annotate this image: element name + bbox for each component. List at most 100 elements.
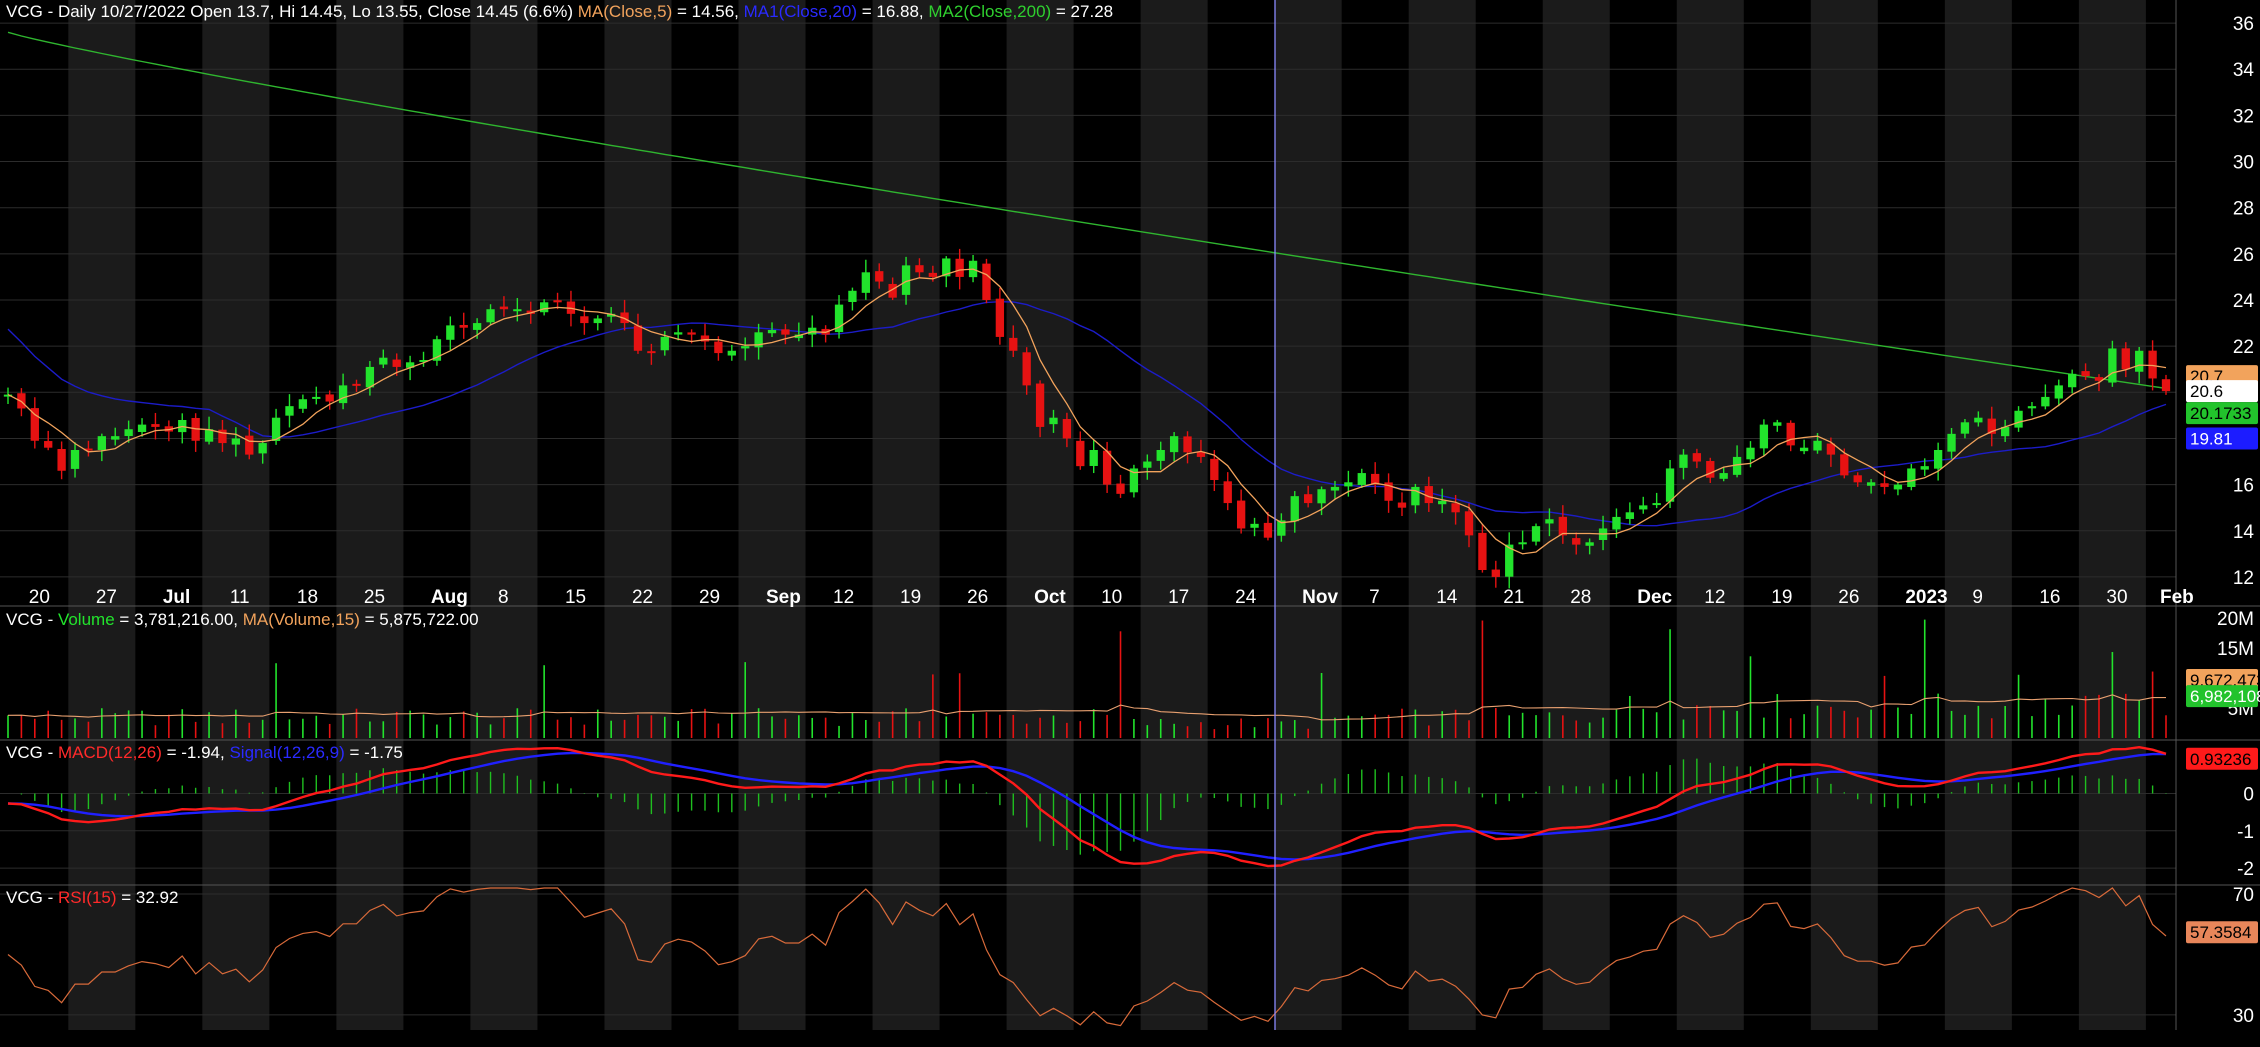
price-header: VCG - Daily 10/27/2022 Open 13.7, Hi 14.… xyxy=(6,2,1113,21)
candle-body xyxy=(1491,569,1500,577)
volume-tag: 6,982,108 xyxy=(2190,687,2260,706)
price-tick-label: 24 xyxy=(2233,291,2255,312)
candle-body xyxy=(1049,417,1058,425)
candle-body xyxy=(1518,542,1527,545)
week-band xyxy=(1006,0,1074,1030)
candle-body xyxy=(2068,373,2077,388)
candle-body xyxy=(111,436,120,440)
x-tick-label: 20 xyxy=(29,587,50,608)
candle-body xyxy=(1009,337,1018,351)
candle-body xyxy=(1840,454,1849,476)
candle-body xyxy=(741,346,750,349)
candle-body xyxy=(2081,371,2090,377)
candle-body xyxy=(1089,450,1098,466)
week-band xyxy=(1676,0,1744,1030)
candle-body xyxy=(1102,450,1112,485)
candle-body xyxy=(553,300,562,303)
volume-ma-label: MA(Volume,15) xyxy=(243,610,360,629)
macd-value: = -1.94, xyxy=(162,743,230,762)
x-tick-label: 8 xyxy=(498,587,509,608)
signal-label: Signal(12,26,9) xyxy=(229,743,344,762)
volume-ma-value: = 5,875,722.00 xyxy=(360,610,479,629)
x-tick-label: 16 xyxy=(2039,587,2060,608)
candle-body xyxy=(285,406,294,416)
macd-label: MACD(12,26) xyxy=(58,743,162,762)
price-tag: 20.6 xyxy=(2190,382,2223,401)
candle-body xyxy=(995,298,1005,337)
candle-body xyxy=(982,263,991,300)
candle-body xyxy=(1357,473,1366,485)
candle-body xyxy=(674,332,683,335)
macd-header: VCG - MACD(12,26) = -1.94, Signal(12,26,… xyxy=(6,743,403,762)
candle-body xyxy=(57,449,66,471)
candle-body xyxy=(2161,379,2171,392)
x-tick-label: Aug xyxy=(431,587,468,608)
candle-body xyxy=(1116,483,1125,494)
x-tick-label: 26 xyxy=(967,587,988,608)
candle-body xyxy=(593,318,602,324)
candle-body xyxy=(97,436,106,450)
price-sep: - xyxy=(43,2,58,21)
candle-body xyxy=(1076,440,1085,467)
week-band xyxy=(470,0,538,1030)
candle-body xyxy=(1759,424,1769,449)
x-tick-label: Jul xyxy=(163,587,190,608)
x-tick-label: 30 xyxy=(2106,587,2127,608)
ma20-value: = 16.88, xyxy=(857,2,924,21)
price-tick-label: 30 xyxy=(2233,153,2254,174)
price-tag: 20.1733 xyxy=(2190,404,2251,423)
x-tick-label: 2023 xyxy=(1905,587,1947,608)
candle-body xyxy=(312,396,321,399)
candle-body xyxy=(1464,511,1474,536)
price-tick-label: 28 xyxy=(2233,199,2254,220)
candle-body xyxy=(633,325,643,351)
candle-body xyxy=(1411,486,1420,506)
candle-body xyxy=(231,438,241,445)
rsi-tag: 57.3584 xyxy=(2190,923,2251,942)
price-tag: 19.81 xyxy=(2190,429,2233,448)
candle-body xyxy=(392,359,401,367)
volume-label: Volume xyxy=(58,610,115,629)
candle-body xyxy=(1665,468,1675,502)
candle-body xyxy=(1880,483,1889,487)
candle-body xyxy=(1290,496,1299,522)
volume-symbol: VCG xyxy=(6,610,43,629)
candle-body xyxy=(352,383,361,386)
x-tick-label: 9 xyxy=(1972,587,1983,608)
candle-body xyxy=(2041,396,2050,407)
candle-body xyxy=(1035,383,1045,427)
x-tick-label: 14 xyxy=(1436,587,1458,608)
x-tick-label: 18 xyxy=(297,587,318,608)
week-band xyxy=(1810,0,1878,1030)
candle-body xyxy=(338,385,348,404)
x-tick-label: 17 xyxy=(1168,587,1189,608)
candle-body xyxy=(1612,516,1621,530)
candle-body xyxy=(258,443,267,454)
week-band xyxy=(202,0,270,1030)
candle-body xyxy=(459,324,468,328)
x-tick-label: Oct xyxy=(1034,587,1066,608)
candle-body xyxy=(1652,503,1661,506)
candle-body xyxy=(2054,385,2063,399)
candle-body xyxy=(1799,447,1809,452)
candle-body xyxy=(955,258,964,277)
x-tick-label: Dec xyxy=(1637,587,1672,608)
candle-body xyxy=(1451,503,1460,513)
candle-body xyxy=(1210,458,1219,480)
x-tick-label: 29 xyxy=(699,587,720,608)
volume-tick-label: 15M xyxy=(2217,639,2254,660)
candle-body xyxy=(1773,422,1782,426)
x-tick-label: 27 xyxy=(96,587,117,608)
price-tick-label: 22 xyxy=(2233,337,2254,358)
candle-body xyxy=(1639,505,1648,510)
signal-value: = -1.75 xyxy=(345,743,403,762)
candle-body xyxy=(1478,532,1487,570)
volume-sep: - xyxy=(43,610,58,629)
stock-chart[interactable]: 36343230282624222018161412 20M15M10M5M 0… xyxy=(0,0,2260,1047)
x-tick-label: 19 xyxy=(1771,587,1792,608)
week-band xyxy=(68,0,136,1030)
candle-body xyxy=(1183,436,1192,453)
volume-header: VCG - Volume = 3,781,216.00, MA(Volume,1… xyxy=(6,610,479,629)
price-tick-label: 14 xyxy=(2233,522,2255,543)
ma200-value: = 27.28 xyxy=(1051,2,1113,21)
